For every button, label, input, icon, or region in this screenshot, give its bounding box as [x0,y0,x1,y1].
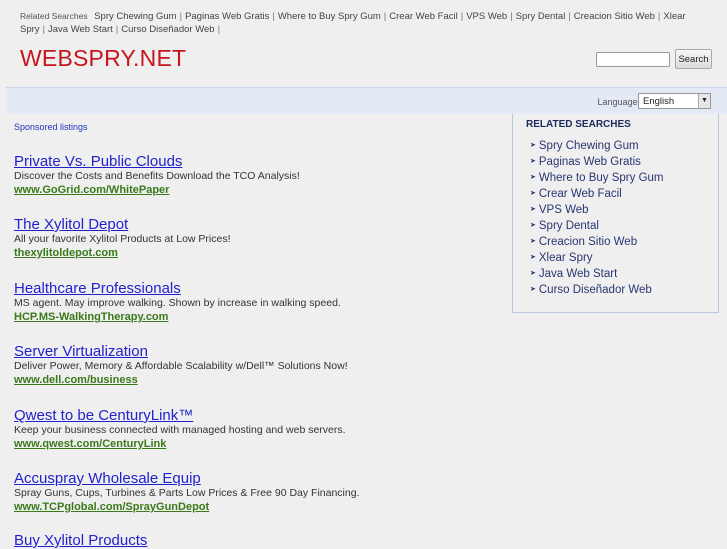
ad-listing: Accuspray Wholesale Equip Spray Guns, Cup… [14,470,494,514]
top-related-links: Related Searches Spry Chewing Gum | Pagina… [20,11,686,35]
top-link[interactable]: Spry Dental [516,11,566,22]
related-search-item[interactable]: ➤ Paginas Web Gratis [530,154,664,170]
top-link[interactable]: Paginas Web Gratis [185,11,269,22]
ad-title[interactable]: Qwest to be CenturyLink™ [14,407,494,424]
ad-description: Discover the Costs and Benefits Download… [14,170,300,182]
ad-listing: Qwest to be CenturyLink™ Keep your busine… [14,407,494,451]
related-search-item[interactable]: ➤ Creacion Sitio Web [530,234,664,250]
related-search-link[interactable]: Java Web Start [539,268,617,280]
related-search-link[interactable]: VPS Web [539,204,589,216]
related-search-link[interactable]: Xlear Spry [539,252,593,264]
related-search-link[interactable]: Where to Buy Spry Gum [539,172,664,184]
language-bar: Language: English ▼ [6,87,727,114]
bullet-icon: ➤ [530,254,536,261]
bullet-icon: ➤ [530,158,536,165]
ad-title[interactable]: Server Virtualization [14,343,494,360]
ad-title[interactable]: Buy Xylitol Products [14,532,494,549]
site-logo[interactable]: WEBSPRY.NET [20,45,186,72]
ad-description: Keep your business connected with manage… [14,424,346,436]
bullet-icon: ➤ [530,286,536,293]
chevron-down-icon: ▼ [698,94,710,108]
search-input[interactable] [596,52,670,67]
top-link[interactable]: Where to Buy Spry Gum [278,11,381,22]
related-search-item[interactable]: ➤ VPS Web [530,202,664,218]
related-search-link[interactable]: Creacion Sitio Web [539,236,637,248]
ad-listing: Buy Xylitol Products [14,532,494,549]
bullet-icon: ➤ [530,270,536,277]
related-search-link[interactable]: Spry Dental [539,220,599,232]
ad-title[interactable]: Private Vs. Public Clouds [14,153,494,170]
ad-url[interactable]: www.qwest.com/CenturyLink [14,437,494,451]
related-search-link[interactable]: Spry Chewing Gum [539,140,639,152]
ad-listing: Server Virtualization Deliver Power, Memo… [14,343,494,387]
ad-url[interactable]: www.GoGrid.com/WhitePaper [14,183,494,197]
bullet-icon: ➤ [530,238,536,245]
top-link[interactable]: Creacion Sitio Web [574,11,655,22]
language-select[interactable]: English ▼ [638,93,711,109]
ad-title[interactable]: Healthcare Professionals [14,280,494,297]
ad-title[interactable]: The Xylitol Depot [14,216,494,233]
ad-listing: The Xylitol Depot All your favorite Xylit… [14,216,494,260]
related-search-link[interactable]: Crear Web Facil [539,188,622,200]
top-link[interactable]: Curso Diseñador Web [121,24,214,35]
language-label: Language: [597,97,640,107]
ad-url[interactable]: thexylitoldepot.com [14,246,494,260]
related-search-item[interactable]: ➤ Xlear Spry [530,250,664,266]
bullet-icon: ➤ [530,142,536,149]
related-search-item[interactable]: ➤ Curso Diseñador Web [530,282,664,298]
bullet-icon: ➤ [530,190,536,197]
related-search-item[interactable]: ➤ Where to Buy Spry Gum [530,170,664,186]
ad-description: Spray Guns, Cups, Turbines & Parts Low P… [14,487,360,499]
related-search-item[interactable]: ➤ Crear Web Facil [530,186,664,202]
search-button[interactable]: Search [675,49,712,69]
related-search-item[interactable]: ➤ Spry Dental [530,218,664,234]
ad-description: MS agent. May improve walking. Shown by … [14,297,341,309]
ad-description: All your favorite Xylitol Products at Lo… [14,233,231,245]
ad-url[interactable]: www.TCPglobal.com/SprayGunDepot [14,500,494,514]
bullet-icon: ➤ [530,206,536,213]
ad-listing: Healthcare Professionals MS agent. May im… [14,280,494,324]
related-searches-label: Related Searches [20,11,88,21]
top-link[interactable]: Crear Web Facil [389,11,457,22]
related-search-item[interactable]: ➤ Java Web Start [530,266,664,282]
sponsored-listings-link[interactable]: Sponsored listings [14,122,88,132]
related-searches-panel: RELATED SEARCHES ➤ Spry Chewing Gum ➤ Pagi… [512,114,719,313]
bullet-icon: ➤ [530,222,536,229]
ad-title[interactable]: Accuspray Wholesale Equip [14,470,494,487]
top-link[interactable]: Java Web Start [48,24,113,35]
related-search-link[interactable]: Paginas Web Gratis [539,156,641,168]
top-link[interactable]: Spry Chewing Gum [94,11,176,22]
language-selected: English [643,96,675,107]
related-searches-heading: RELATED SEARCHES [526,119,631,130]
related-search-item[interactable]: ➤ Spry Chewing Gum [530,138,664,154]
top-link[interactable]: VPS Web [466,11,507,22]
ad-url[interactable]: www.dell.com/business [14,373,494,387]
ad-url[interactable]: HCP.MS-WalkingTherapy.com [14,310,494,324]
ad-listing: Private Vs. Public Clouds Discover the Co… [14,153,494,197]
bullet-icon: ➤ [530,174,536,181]
related-search-link[interactable]: Curso Diseñador Web [539,284,652,296]
ad-description: Deliver Power, Memory & Affordable Scala… [14,360,348,372]
